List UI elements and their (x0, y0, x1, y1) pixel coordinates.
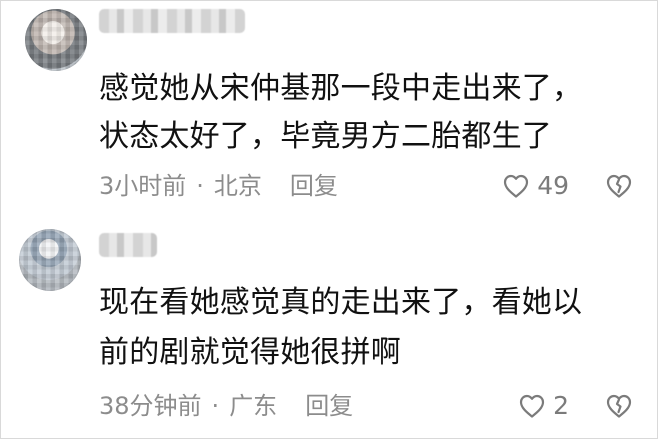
like-count: 49 (537, 171, 569, 200)
like-count: 2 (553, 391, 569, 420)
meta-separator: · (196, 172, 204, 200)
comment-item: 现在看她感觉真的走出来了，看她以 前的剧就觉得她很拼啊 38分钟前 · 广东 回复 2 (1, 221, 657, 440)
comment-actions: 49 (502, 172, 633, 200)
dislike-button[interactable] (605, 393, 633, 419)
dislike-button[interactable] (605, 173, 633, 199)
broken-heart-icon (605, 173, 633, 199)
avatar[interactable] (19, 229, 81, 291)
reply-button[interactable]: 回复 (290, 172, 338, 200)
comment-time: 3小时前 (99, 172, 187, 200)
comment-text-line: 状态太好了，毕竟男方二胎都生了 (99, 119, 552, 154)
like-button[interactable]: 49 (502, 172, 569, 200)
comment-actions: 2 (518, 392, 633, 420)
heart-outline-icon (518, 393, 546, 419)
heart-outline-icon (502, 173, 530, 199)
comment-text-line: 感觉她从宋仲基那一段中走出来了， (99, 71, 583, 106)
broken-heart-icon (605, 393, 633, 419)
reply-button[interactable]: 回复 (305, 392, 353, 420)
comment-text-line: 前的剧就觉得她很拼啊 (99, 335, 401, 370)
username-redacted[interactable] (99, 233, 157, 257)
meta-separator: · (211, 392, 220, 420)
comment-screenshot: 感觉她从宋仲基那一段中走出来了， 状态太好了，毕竟男方二胎都生了 3小时前 · 北京… (0, 0, 658, 439)
comment-meta: 3小时前 · 北京 回复 (99, 172, 338, 200)
comment-location: 广东 (229, 392, 278, 420)
comment-meta: 38分钟前 · 广东 回复 (99, 392, 353, 420)
comment-text-line: 现在看她感觉真的走出来了，看她以 (99, 285, 583, 320)
comment-item: 感觉她从宋仲基那一段中走出来了， 状态太好了，毕竟男方二胎都生了 3小时前 · 北京… (1, 1, 657, 221)
username-redacted[interactable] (99, 9, 245, 33)
comment-time: 38分钟前 (99, 392, 202, 420)
avatar[interactable] (25, 9, 87, 71)
like-button[interactable]: 2 (518, 392, 569, 420)
comment-location: 北京 (213, 172, 262, 200)
